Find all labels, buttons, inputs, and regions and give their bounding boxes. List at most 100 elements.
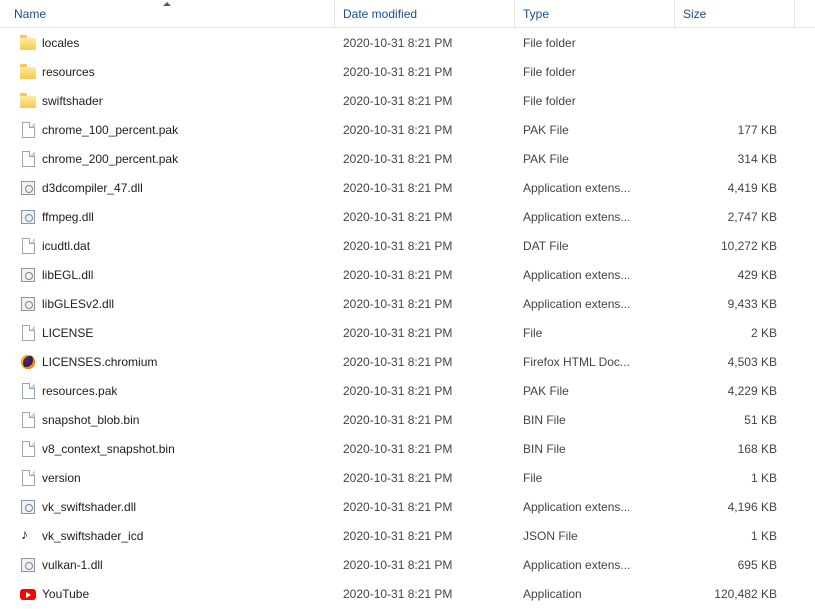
file-row[interactable]: resources.pak2020-10-31 8:21 PMPAK File4… (0, 376, 815, 405)
file-date: 2020-10-31 8:21 PM (335, 36, 515, 50)
file-type: BIN File (515, 442, 675, 456)
file-size: 1 KB (675, 529, 795, 543)
file-row[interactable]: chrome_200_percent.pak2020-10-31 8:21 PM… (0, 144, 815, 173)
file-type: File folder (515, 94, 675, 108)
file-row[interactable]: libEGL.dll2020-10-31 8:21 PMApplication … (0, 260, 815, 289)
column-header-row: Name Date modified Type Size (0, 0, 815, 28)
file-date: 2020-10-31 8:21 PM (335, 558, 515, 572)
file-row[interactable]: version2020-10-31 8:21 PMFile1 KB (0, 463, 815, 492)
file-row[interactable]: v8_context_snapshot.bin2020-10-31 8:21 P… (0, 434, 815, 463)
file-row[interactable]: vulkan-1.dll 2020-10-31 8:21 PMApplicatio… (0, 550, 815, 579)
file-date: 2020-10-31 8:21 PM (335, 94, 515, 108)
file-name-cell[interactable]: snapshot_blob.bin (0, 412, 335, 428)
file-name-cell[interactable]: vk_swiftshader.dll (0, 499, 335, 515)
file-row[interactable]: resources2020-10-31 8:21 PMFile folder (0, 57, 815, 86)
file-name: ffmpeg.dll (42, 210, 94, 224)
file-name-cell[interactable]: icudtl.dat (0, 238, 335, 254)
file-date: 2020-10-31 8:21 PM (335, 239, 515, 253)
file-row[interactable]: LICENSE2020-10-31 8:21 PMFile2 KB (0, 318, 815, 347)
file-date: 2020-10-31 8:21 PM (335, 297, 515, 311)
file-date: 2020-10-31 8:21 PM (335, 210, 515, 224)
file-icon (20, 122, 36, 138)
dll-icon (20, 296, 36, 312)
file-name-cell[interactable]: chrome_200_percent.pak (0, 151, 335, 167)
file-name-cell[interactable]: libGLESv2.dll (0, 296, 335, 312)
file-type: PAK File (515, 123, 675, 137)
file-name-cell[interactable]: chrome_100_percent.pak (0, 122, 335, 138)
file-name-cell[interactable]: resources.pak (0, 383, 335, 399)
column-header-name[interactable]: Name (0, 0, 335, 27)
file-name: d3dcompiler_47.dll (42, 181, 143, 195)
file-name: locales (42, 36, 79, 50)
file-row[interactable]: vk_swiftshader.dll2020-10-31 8:21 PMAppl… (0, 492, 815, 521)
firefox-icon (20, 354, 36, 370)
file-icon (20, 441, 36, 457)
file-name-cell[interactable]: libEGL.dll (0, 267, 335, 283)
file-size: 314 KB (675, 152, 795, 166)
file-type: PAK File (515, 384, 675, 398)
column-header-type[interactable]: Type (515, 0, 675, 27)
file-size: 9,433 KB (675, 297, 795, 311)
folder-icon (20, 64, 36, 80)
file-name: resources.pak (42, 384, 117, 398)
file-name-cell[interactable]: version (0, 470, 335, 486)
file-type: DAT File (515, 239, 675, 253)
file-row[interactable]: chrome_100_percent.pak2020-10-31 8:21 PM… (0, 115, 815, 144)
file-name: resources (42, 65, 95, 79)
file-name: LICENSES.chromium (42, 355, 157, 369)
file-name-cell[interactable]: LICENSE (0, 325, 335, 341)
file-type: File (515, 471, 675, 485)
file-name-cell[interactable]: v8_context_snapshot.bin (0, 441, 335, 457)
column-header-date[interactable]: Date modified (335, 0, 515, 27)
file-rows: locales2020-10-31 8:21 PMFile folderreso… (0, 28, 815, 608)
file-name: vulkan-1.dll (42, 558, 103, 572)
file-size: 4,419 KB (675, 181, 795, 195)
file-size: 1 KB (675, 471, 795, 485)
file-type: PAK File (515, 152, 675, 166)
file-icon (20, 383, 36, 399)
file-name-cell[interactable]: resources (0, 64, 335, 80)
file-date: 2020-10-31 8:21 PM (335, 123, 515, 137)
file-name-cell[interactable]: vulkan-1.dll (0, 557, 335, 573)
file-row[interactable]: LICENSES.chromium2020-10-31 8:21 PMFiref… (0, 347, 815, 376)
file-name-cell[interactable]: ffmpeg.dll (0, 209, 335, 225)
file-name: snapshot_blob.bin (42, 413, 139, 427)
file-row[interactable]: YouTube2020-10-31 8:21 PMApplication120,… (0, 579, 815, 608)
file-icon (20, 325, 36, 341)
file-type: Application extens... (515, 558, 675, 572)
file-size: 10,272 KB (675, 239, 795, 253)
file-type: File folder (515, 36, 675, 50)
file-name: YouTube (42, 587, 89, 601)
file-name-cell[interactable]: swiftshader (0, 93, 335, 109)
file-date: 2020-10-31 8:21 PM (335, 65, 515, 79)
file-date: 2020-10-31 8:21 PM (335, 500, 515, 514)
file-icon (20, 470, 36, 486)
file-row[interactable]: vk_swiftshader_icd2020-10-31 8:21 PMJSON… (0, 521, 815, 550)
file-size: 4,229 KB (675, 384, 795, 398)
file-date: 2020-10-31 8:21 PM (335, 471, 515, 485)
file-name-cell[interactable]: d3dcompiler_47.dll (0, 180, 335, 196)
file-size: 51 KB (675, 413, 795, 427)
file-date: 2020-10-31 8:21 PM (335, 587, 515, 601)
file-name-cell[interactable]: vk_swiftshader_icd (0, 528, 335, 544)
file-date: 2020-10-31 8:21 PM (335, 268, 515, 282)
file-row[interactable]: swiftshader2020-10-31 8:21 PMFile folder (0, 86, 815, 115)
file-date: 2020-10-31 8:21 PM (335, 529, 515, 543)
file-name-cell[interactable]: YouTube (0, 586, 335, 602)
file-row[interactable]: d3dcompiler_47.dll 2020-10-31 8:21 PMAppl… (0, 173, 815, 202)
file-date: 2020-10-31 8:21 PM (335, 181, 515, 195)
file-type: File (515, 326, 675, 340)
file-row[interactable]: ffmpeg.dll2020-10-31 8:21 PMApplication … (0, 202, 815, 231)
column-header-size[interactable]: Size (675, 0, 795, 27)
file-name-cell[interactable]: locales (0, 35, 335, 51)
file-type: Application (515, 587, 675, 601)
file-size: 4,503 KB (675, 355, 795, 369)
file-row[interactable]: snapshot_blob.bin2020-10-31 8:21 PMBIN F… (0, 405, 815, 434)
file-list: Name Date modified Type Size locales 2020… (0, 0, 815, 608)
file-type: Application extens... (515, 181, 675, 195)
file-row[interactable]: icudtl.dat2020-10-31 8:21 PMDAT File10,2… (0, 231, 815, 260)
file-name-cell[interactable]: LICENSES.chromium (0, 354, 335, 370)
file-row[interactable]: libGLESv2.dll2020-10-31 8:21 PMApplicati… (0, 289, 815, 318)
dll-icon (20, 180, 36, 196)
file-row[interactable]: locales 2020-10-31 8:21 PMFile folder (0, 28, 815, 57)
